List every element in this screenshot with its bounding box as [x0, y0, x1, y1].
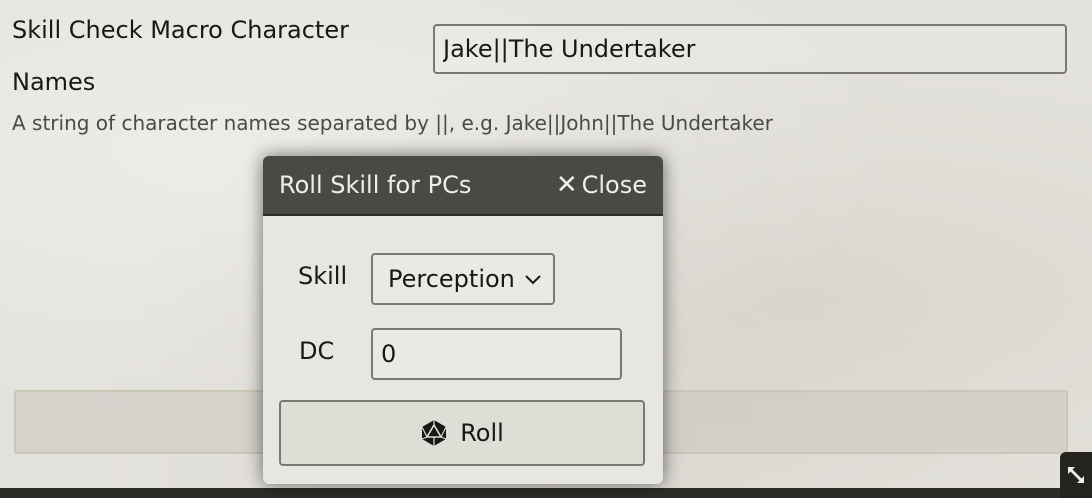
skill-selected-value: Perception: [388, 265, 515, 293]
resize-arrows-icon: [1068, 467, 1084, 483]
skill-label: Skill: [298, 262, 348, 290]
setting-hint: A string of character names separated by…: [12, 111, 773, 135]
skill-select[interactable]: Perception: [371, 253, 555, 305]
resize-handle[interactable]: [1060, 452, 1092, 498]
character-names-input[interactable]: [433, 24, 1067, 74]
dice-d20-icon: [420, 419, 448, 447]
roll-label: Roll: [460, 419, 504, 447]
chevron-down-icon: [525, 275, 541, 285]
dialog-header[interactable]: Roll Skill for PCs ✕ Close: [263, 156, 663, 216]
setting-label: Skill Check Macro Character Names: [12, 16, 349, 96]
bottom-strip: [0, 488, 1092, 498]
close-button[interactable]: ✕ Close: [556, 171, 647, 199]
roll-skill-dialog: Roll Skill for PCs ✕ Close Skill Percept…: [263, 156, 663, 484]
close-label: Close: [581, 171, 647, 199]
dc-label: DC: [299, 337, 335, 365]
dialog-title: Roll Skill for PCs: [279, 171, 472, 199]
roll-button[interactable]: Roll: [279, 400, 645, 466]
dc-input[interactable]: [371, 328, 622, 380]
close-icon: ✕: [555, 170, 578, 200]
dialog-body: Skill Perception DC Roll: [263, 216, 663, 484]
